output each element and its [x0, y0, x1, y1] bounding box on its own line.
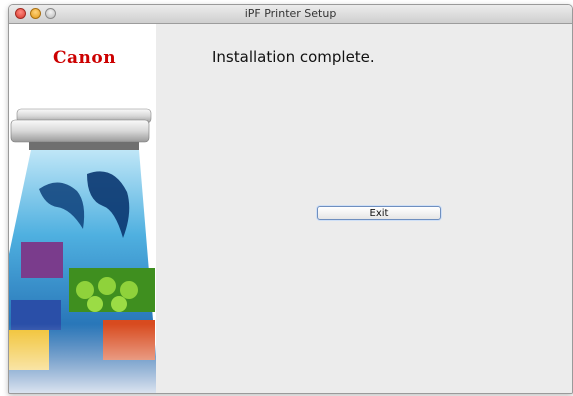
main-content: Installation complete. Exit — [156, 24, 572, 393]
canon-logo: Canon — [53, 48, 117, 68]
installer-window: iPF Printer Setup Canon Installation com… — [8, 4, 573, 394]
printer-slot-shape — [29, 142, 139, 150]
exit-button[interactable]: Exit — [317, 206, 441, 220]
sidebar-panel: Canon — [9, 24, 156, 393]
completion-heading: Installation complete. — [212, 48, 375, 66]
window-title: iPF Printer Setup — [244, 7, 337, 20]
title-bar: iPF Printer Setup — [9, 5, 572, 24]
palm-tile-shape — [21, 242, 63, 278]
printer-with-printout-illustration — [9, 108, 156, 393]
printer-body-shape — [10, 119, 150, 143]
